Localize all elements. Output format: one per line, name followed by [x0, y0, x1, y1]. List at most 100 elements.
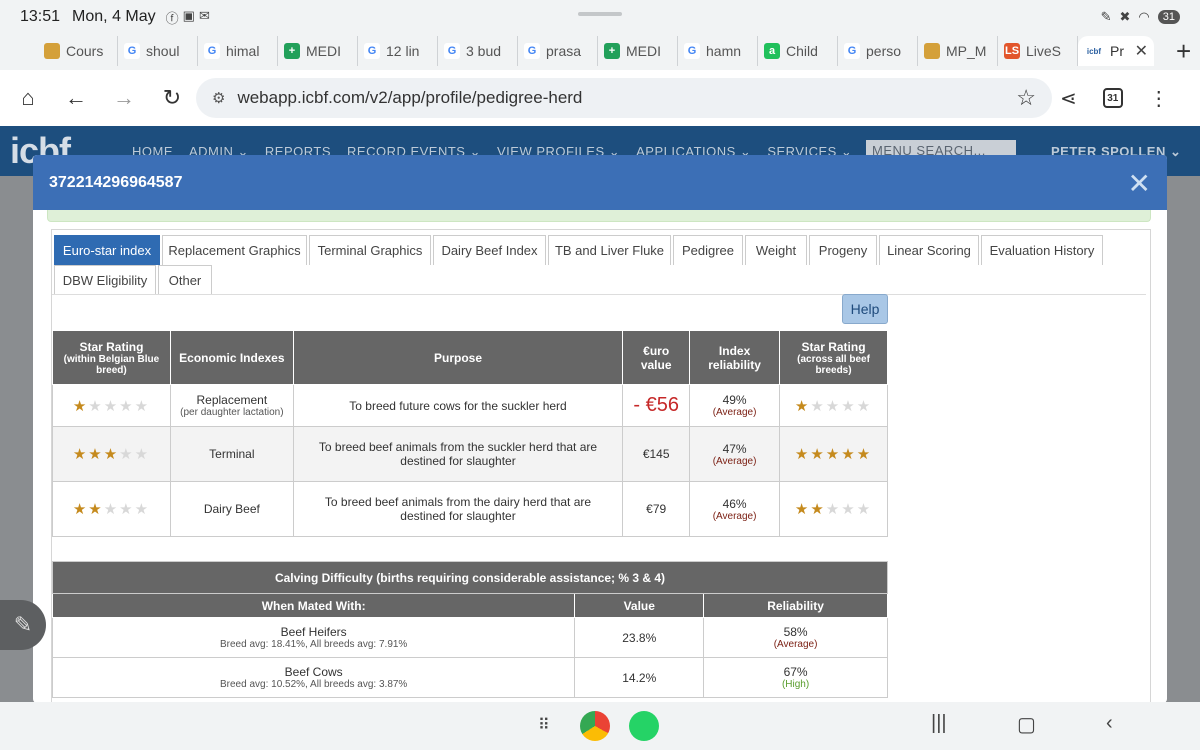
- success-alert: [47, 210, 1151, 222]
- browser-tab[interactable]: LS LiveS: [998, 36, 1078, 66]
- tab-dairy-beef-index[interactable]: Dairy Beef Index: [433, 235, 546, 265]
- browser-tab[interactable]: MP_M: [918, 36, 998, 66]
- header-mated-with: When Mated With:: [51, 593, 576, 618]
- browser-tab[interactable]: a Child: [758, 36, 838, 66]
- favicon-icon: G: [524, 43, 540, 59]
- browser-tab-label: shoul: [146, 43, 180, 59]
- star-filled-icon: ★: [88, 446, 104, 463]
- forward-icon[interactable]: →: [100, 85, 148, 111]
- mated-with-cell: Beef Cows Breed avg: 10.52%, All breeds a…: [51, 657, 576, 698]
- star-empty-icon: ★: [856, 397, 873, 415]
- whatsapp-app-icon[interactable]: [629, 711, 659, 741]
- browser-tab[interactable]: + MEDI: [598, 36, 678, 66]
- home-button-icon[interactable]: ▢: [1017, 712, 1036, 737]
- tab-dbw-eligibility[interactable]: DBW Eligibility: [54, 265, 156, 295]
- index-sub: (per daughter lactation): [180, 407, 284, 418]
- breed-avg: Breed avg: 18.41%, All breeds avg: 7.91%: [219, 639, 408, 650]
- table-row: Beef Heifers Breed avg: 18.41%, All breed…: [51, 617, 888, 658]
- address-bar[interactable]: ⚙ webapp.icbf.com/v2/app/profile/pedigre…: [196, 78, 1052, 118]
- star-filled-icon: ★: [810, 501, 826, 518]
- tab-evaluation-history[interactable]: Evaluation History: [981, 235, 1103, 265]
- euro-value-cell: €79: [622, 481, 691, 537]
- tab-terminal-graphics[interactable]: Terminal Graphics: [309, 235, 431, 265]
- star-filled-icon: ★: [72, 397, 89, 415]
- favicon-icon: LS: [1004, 43, 1020, 59]
- table-row: ★★★★★ Replacement (per daughter lactation)…: [52, 384, 888, 427]
- euro-value: €79: [646, 502, 667, 516]
- back-icon[interactable]: ←: [52, 85, 100, 111]
- icbf-favicon-icon: icbf: [1084, 43, 1104, 59]
- browser-tab[interactable]: + MEDI: [278, 36, 358, 66]
- tab-switcher-button[interactable]: 31: [1102, 88, 1123, 108]
- help-button[interactable]: Help: [842, 294, 888, 324]
- star-rating-within: ★★★★★: [52, 426, 171, 482]
- browser-tab-label: himal: [226, 43, 260, 59]
- index-name: Terminal: [209, 447, 255, 461]
- tab-replacement-graphics[interactable]: Replacement Graphics: [162, 235, 307, 265]
- new-tab-button[interactable]: +: [1176, 36, 1191, 67]
- browser-tab-label: prasa: [546, 43, 582, 59]
- url-text[interactable]: webapp.icbf.com/v2/app/profile/pedigree-…: [237, 88, 582, 108]
- site-info-icon[interactable]: ⚙: [212, 89, 225, 107]
- star-empty-icon: ★: [119, 397, 135, 415]
- favicon-icon: G: [844, 43, 860, 59]
- euro-value: - €56: [633, 394, 679, 416]
- tab-tb-and-liver-fluke[interactable]: TB and Liver Fluke: [548, 235, 671, 265]
- star-filled-icon: ★: [810, 446, 826, 463]
- screenshot-icon: ▣: [182, 7, 195, 23]
- close-icon[interactable]: ✕: [1128, 167, 1151, 200]
- purpose-cell: To breed future cows for the suckler her…: [292, 384, 624, 427]
- star-empty-icon: ★: [134, 501, 151, 518]
- browser-tab[interactable]: Gprasa: [518, 36, 598, 66]
- calving-difficulty-table: Calving Difficulty (births requiring con…: [51, 561, 888, 698]
- browser-tab[interactable]: Cours: [38, 36, 118, 66]
- browser-tab[interactable]: Ghimal: [198, 36, 278, 66]
- tab-weight[interactable]: Weight: [745, 235, 807, 265]
- favicon-icon: [44, 43, 60, 59]
- star-empty-icon: ★: [119, 446, 135, 463]
- index-name: Dairy Beef: [203, 502, 260, 516]
- star-empty-icon: ★: [88, 397, 104, 415]
- browser-tab[interactable]: G 12 lin: [358, 36, 438, 66]
- browser-tab[interactable]: Ghamn: [678, 36, 758, 66]
- share-icon[interactable]: ⋖: [1060, 86, 1077, 111]
- browser-tab[interactable]: Gperso: [838, 36, 918, 66]
- browser-tab[interactable]: Gshoul: [118, 36, 198, 66]
- star-filled-icon: ★: [794, 446, 811, 463]
- favicon-icon: G: [444, 43, 460, 59]
- browser-tab-label: 12 lin: [386, 43, 420, 59]
- home-icon[interactable]: ⌂: [4, 85, 52, 111]
- favicon-icon: G: [684, 43, 700, 59]
- economic-index-cell: Replacement (per daughter lactation): [169, 384, 294, 427]
- multitask-handle[interactable]: [578, 12, 622, 16]
- modal-title: 372214296964587: [49, 174, 183, 191]
- back-button-icon[interactable]: ‹: [1106, 712, 1113, 735]
- browser-tab-label: MEDI: [626, 43, 661, 59]
- tab-euro-star-index[interactable]: Euro-star index: [54, 235, 160, 265]
- notification-icons: ⓕ ▣ ✉: [166, 8, 210, 27]
- star-empty-icon: ★: [825, 397, 842, 415]
- reliability-value: 67%: [783, 665, 808, 679]
- tab-progeny[interactable]: Progeny: [809, 235, 877, 265]
- tab-pedigree[interactable]: Pedigree: [673, 235, 743, 265]
- header-star-rating-all: Star Rating (across all beef breeds): [779, 330, 888, 385]
- browser-tab[interactable]: G 3 bud: [438, 36, 518, 66]
- euro-value-cell: €145: [622, 426, 691, 482]
- clock: 13:51: [20, 8, 61, 25]
- recents-icon[interactable]: |||: [931, 712, 947, 735]
- reload-icon[interactable]: ↻: [148, 85, 196, 111]
- apps-grid-icon[interactable]: ⠿: [538, 715, 550, 735]
- tab-other[interactable]: Other: [158, 265, 212, 295]
- browser-tab-active[interactable]: icbf Pr ✕: [1078, 36, 1154, 66]
- reliability-label: (Average): [712, 407, 757, 418]
- tab-linear-scoring[interactable]: Linear Scoring: [879, 235, 979, 265]
- browser-toolbar: ⌂ ← → ↻ ⚙ webapp.icbf.com/v2/app/profile…: [0, 70, 1200, 126]
- header-purpose: Purpose: [292, 330, 624, 385]
- bookmark-star-icon[interactable]: ☆: [1016, 85, 1036, 111]
- more-menu-icon[interactable]: ⋮: [1149, 86, 1169, 111]
- close-icon[interactable]: ✕: [1135, 41, 1148, 61]
- favicon-icon: a: [764, 43, 780, 59]
- system-icons: ✎ ✖ ◠ 31: [1101, 9, 1180, 25]
- chrome-app-icon[interactable]: [580, 711, 610, 741]
- star-empty-icon: ★: [841, 397, 857, 415]
